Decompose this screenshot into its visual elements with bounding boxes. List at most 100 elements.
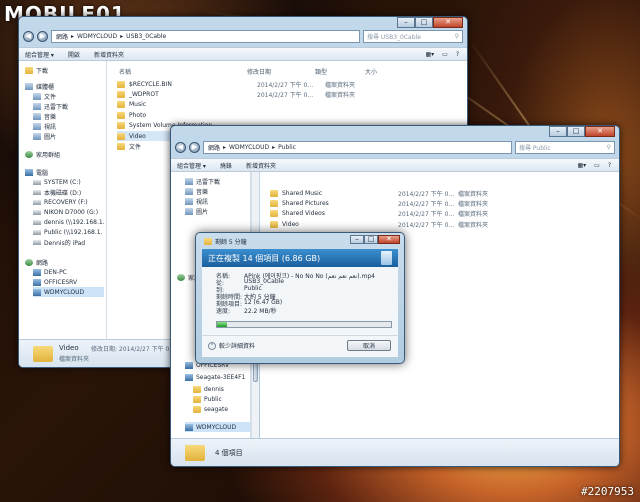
folder-icon [270,210,278,218]
nav-item[interactable]: seagate [193,404,228,414]
nav-item[interactable]: 電腦 [25,167,48,177]
chevron-right-icon: ▸ [120,33,124,40]
new-folder-button[interactable]: 新增資料夾 [94,50,124,59]
nav-item[interactable]: NIKON D7000 (G:) [33,207,98,217]
nav-item[interactable]: WDMYCLOUD [185,422,250,432]
maximize-button[interactable]: □ [364,235,378,244]
search-input[interactable]: 搜尋 Public ⚲ [515,141,615,154]
breadcrumb-wdmycloud[interactable]: WDMYCLOUD [229,144,269,151]
file-type: 檔案資料夾 [458,200,489,208]
help-icon[interactable]: ? [456,51,459,58]
organize-button[interactable]: 組合管理 ▾ [177,161,206,170]
minimize-button[interactable]: – [397,17,415,28]
close-button[interactable]: ✕ [378,235,400,244]
chevron-right-icon: ▸ [272,144,276,151]
address-bar[interactable]: 網路 ▸ WDMYCLOUD ▸ USB3_0Cable [51,30,360,43]
column-header-date[interactable]: 修改日期 [247,67,271,76]
preview-pane-icon[interactable]: ▭ [442,51,448,58]
nav-item[interactable]: dennis (\\192.168.1. [33,217,105,227]
breadcrumb-usb3[interactable]: USB3_0Cable [126,33,166,40]
organize-button[interactable]: 組合管理 ▾ [25,50,54,59]
nav-item[interactable]: Public [193,394,222,404]
nav-item[interactable]: Seagate-3EE4F1 [185,372,245,382]
nav-item[interactable]: 文件 [33,91,56,101]
breadcrumb-network[interactable]: 網路 [56,32,68,41]
library-icon [33,132,41,140]
nav-item[interactable]: 視訊 [33,121,56,131]
nav-item[interactable]: 本機磁碟 (D:) [33,187,81,197]
nav-item[interactable]: SYSTEM (C:) [33,177,81,187]
maximize-button[interactable]: □ [567,126,585,137]
close-button[interactable]: ✕ [585,126,615,137]
nav-item[interactable]: 音樂 [185,186,208,196]
nav-item[interactable]: RECOVERY (F:) [33,197,88,207]
column-header-size[interactable]: 大小 [365,67,377,76]
navigation-pane[interactable]: 下載媒體櫃 文件 迅雷下載 音樂 視訊 圖片家用群組電腦 SYSTEM (C:) 本機磁碟 (… [19,61,107,341]
cancel-button[interactable]: 取消 [347,340,391,351]
nav-item[interactable]: 迅雷下載 [33,101,68,111]
nav-item[interactable]: 迅雷下載 [185,176,220,186]
file-row[interactable]: _WDPROT 2014/2/27 下午 0... 檔案資料夾 [117,89,417,99]
view-icon[interactable]: ▦▾ [577,162,586,169]
search-input[interactable]: 搜尋 USB3_0Cable ⚲ [363,30,463,43]
column-header-name[interactable]: 名稱 [119,67,131,76]
folder-icon [193,395,201,403]
file-row[interactable]: Shared Pictures 2014/2/27 下午 0... 檔案資料夾 [270,198,570,208]
nav-item[interactable]: 圖片 [33,131,56,141]
file-row[interactable]: Shared Music 2014/2/27 下午 0... 檔案資料夾 [270,188,570,198]
address-bar[interactable]: 網路 ▸ WDMYCLOUD ▸ Public [203,141,512,154]
view-icon[interactable]: ▦▾ [425,51,434,58]
nav-item[interactable]: DEN-PC [33,267,67,277]
open-button[interactable]: 開啟 [68,50,80,59]
nav-item[interactable]: WDMYCLOUD [33,287,104,297]
chevron-right-icon: ▸ [71,33,75,40]
nav-item[interactable]: 圖片 [185,206,208,216]
breadcrumb-wdmycloud[interactable]: WDMYCLOUD [77,33,117,40]
less-details-toggle[interactable]: ⌃ 較少詳細資料 [208,341,255,350]
nav-item-label: 網路 [36,259,49,267]
copy-progress-dialog[interactable]: 剩餘 5 分鐘 – □ ✕ 正在複製 14 個項目 (6.86 GB) 名稱: A… [195,232,405,364]
address-row: ◀ ▶ 網路 ▸ WDMYCLOUD ▸ USB3_0Cable 搜尋 USB3_0… [23,30,463,43]
maximize-button[interactable]: □ [415,17,433,28]
nav-item[interactable]: 媒體櫃 [25,81,54,91]
nav-item[interactable]: 網路 [25,257,48,267]
nav-item-label: NIKON D7000 (G:) [44,208,99,216]
folder-icon [117,90,125,98]
nav-item[interactable]: dennis [193,384,224,394]
drive-icon [33,209,41,215]
search-icon: ⚲ [454,33,459,40]
burn-button[interactable]: 燒錄 [220,161,232,170]
nav-item[interactable]: 視訊 [185,196,208,206]
file-row[interactable]: Music [117,100,417,110]
folder-icon [270,199,278,207]
nav-item[interactable]: 音樂 [33,111,56,121]
nav-item[interactable]: Dennis的 iPad [33,237,85,247]
column-header-type[interactable]: 類型 [315,67,327,76]
nav-item[interactable]: OFFICESRV [33,277,77,287]
new-folder-button[interactable]: 新增資料夾 [246,161,276,170]
minimize-button[interactable]: – [549,126,567,137]
breadcrumb-public[interactable]: Public [278,144,296,151]
back-button[interactable]: ◀ [23,31,34,42]
library-icon [33,122,41,130]
forward-button[interactable]: ▶ [189,142,200,153]
minimize-button[interactable]: – [350,235,364,244]
file-row[interactable]: Video 2014/2/27 下午 0... 檔案資料夾 [270,219,570,229]
close-button[interactable]: ✕ [433,17,463,28]
nav-item[interactable]: Public (\\192.168.1. [33,227,103,237]
file-name: Video [282,220,299,228]
details-date: 修改日期: 2014/2/27 下午 05... [91,346,179,353]
back-button[interactable]: ◀ [175,142,186,153]
nav-item[interactable]: 下載 [25,65,48,75]
nav-item-label: Public (\\192.168.1. [44,228,103,236]
file-row[interactable]: Shared Videos 2014/2/27 下午 0... 檔案資料夾 [270,209,570,219]
nav-item-label: 音樂 [196,188,209,196]
help-icon[interactable]: ? [608,162,611,169]
nav-item[interactable]: 家用群組 [25,149,60,159]
preview-pane-icon[interactable]: ▭ [594,162,600,169]
file-row[interactable]: Photo [117,110,417,120]
breadcrumb-network[interactable]: 網路 [208,143,220,152]
file-row[interactable]: $RECYCLE.BIN 2014/2/27 下午 0... 檔案資料夾 [117,79,417,89]
forward-button[interactable]: ▶ [37,31,48,42]
nav-item-label: 視訊 [196,198,209,206]
